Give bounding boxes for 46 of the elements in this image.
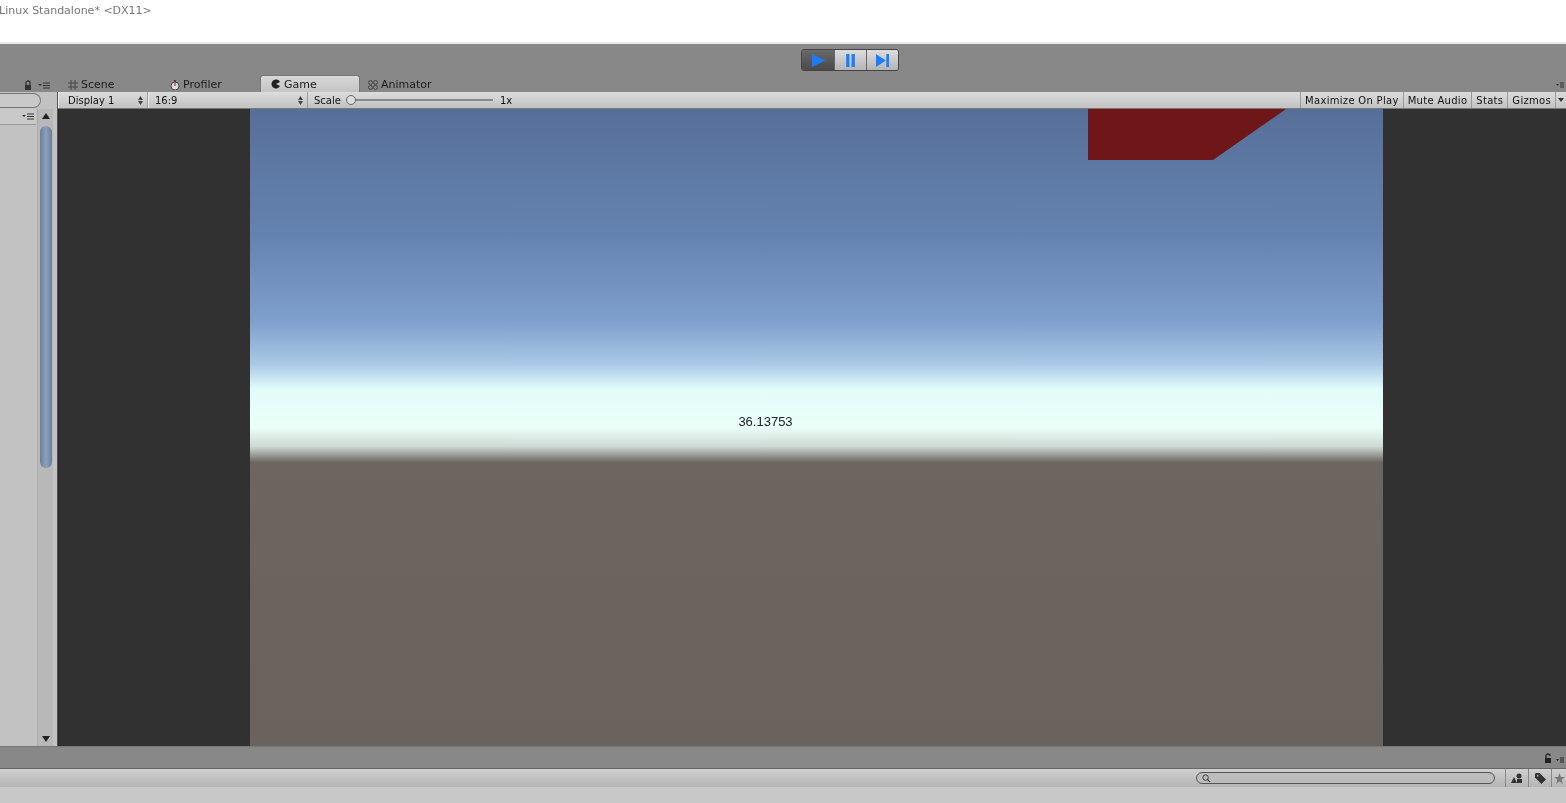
pacman-icon xyxy=(271,79,281,89)
scale-label: Scale xyxy=(314,94,341,106)
dropdown[interactable]: Display 1 xyxy=(58,92,148,108)
updown-arrow-icon xyxy=(298,95,303,105)
pause-icon xyxy=(844,53,857,67)
shapes-icon[interactable] xyxy=(1511,773,1523,783)
slider-thumb[interactable] xyxy=(345,95,356,105)
nodes-icon xyxy=(368,79,378,90)
dropdown-arrow-icon[interactable] xyxy=(1555,92,1566,108)
toolbar-button[interactable]: Maximize On Play xyxy=(1300,92,1403,108)
toolbar-button[interactable]: Gizmos xyxy=(1507,92,1555,108)
tab-label[interactable]: Profiler xyxy=(183,78,222,91)
step-button[interactable] xyxy=(866,50,898,70)
stopwatch-icon xyxy=(170,79,180,90)
tab[interactable]: Game xyxy=(260,75,360,92)
tab[interactable]: Scene xyxy=(60,77,160,92)
play-icon xyxy=(811,53,825,67)
tag-icon[interactable] xyxy=(1534,772,1546,784)
search-icon xyxy=(1202,773,1211,783)
tab[interactable]: Animator xyxy=(360,77,460,92)
scrollbar-thumb[interactable] xyxy=(39,126,52,468)
star-icon[interactable] xyxy=(1553,772,1565,784)
tab-label[interactable]: Scene xyxy=(81,78,115,91)
dropdown[interactable]: 16:9 xyxy=(148,92,308,108)
grid-icon xyxy=(68,79,78,90)
updown-arrow-icon xyxy=(138,95,143,105)
scale-reading: 1x xyxy=(499,94,513,106)
menu-icon[interactable] xyxy=(38,81,50,89)
step-icon xyxy=(876,53,889,67)
search-field[interactable] xyxy=(1196,772,1495,784)
pause-button[interactable] xyxy=(834,50,866,70)
tab-label[interactable]: Animator xyxy=(381,78,432,91)
toolbar-button[interactable]: Mute Audio xyxy=(1402,92,1472,108)
tab-label[interactable]: Game xyxy=(284,77,317,91)
tab[interactable]: Profiler xyxy=(160,77,260,92)
value-text: 36.13753 xyxy=(737,414,794,429)
unlocked-lock-icon[interactable] xyxy=(1544,753,1552,763)
scroll-down-icon[interactable] xyxy=(41,736,50,742)
window-title: Linux Standalone* <DX11> xyxy=(0,3,153,17)
toolbar-button[interactable]: Stats xyxy=(1471,92,1508,108)
lock-icon[interactable] xyxy=(24,80,32,90)
scroll-up-icon[interactable] xyxy=(41,113,50,119)
scrollbar[interactable] xyxy=(37,109,53,746)
play-button[interactable] xyxy=(802,50,834,70)
search-field[interactable] xyxy=(0,93,41,108)
menu-icon[interactable] xyxy=(22,113,34,120)
